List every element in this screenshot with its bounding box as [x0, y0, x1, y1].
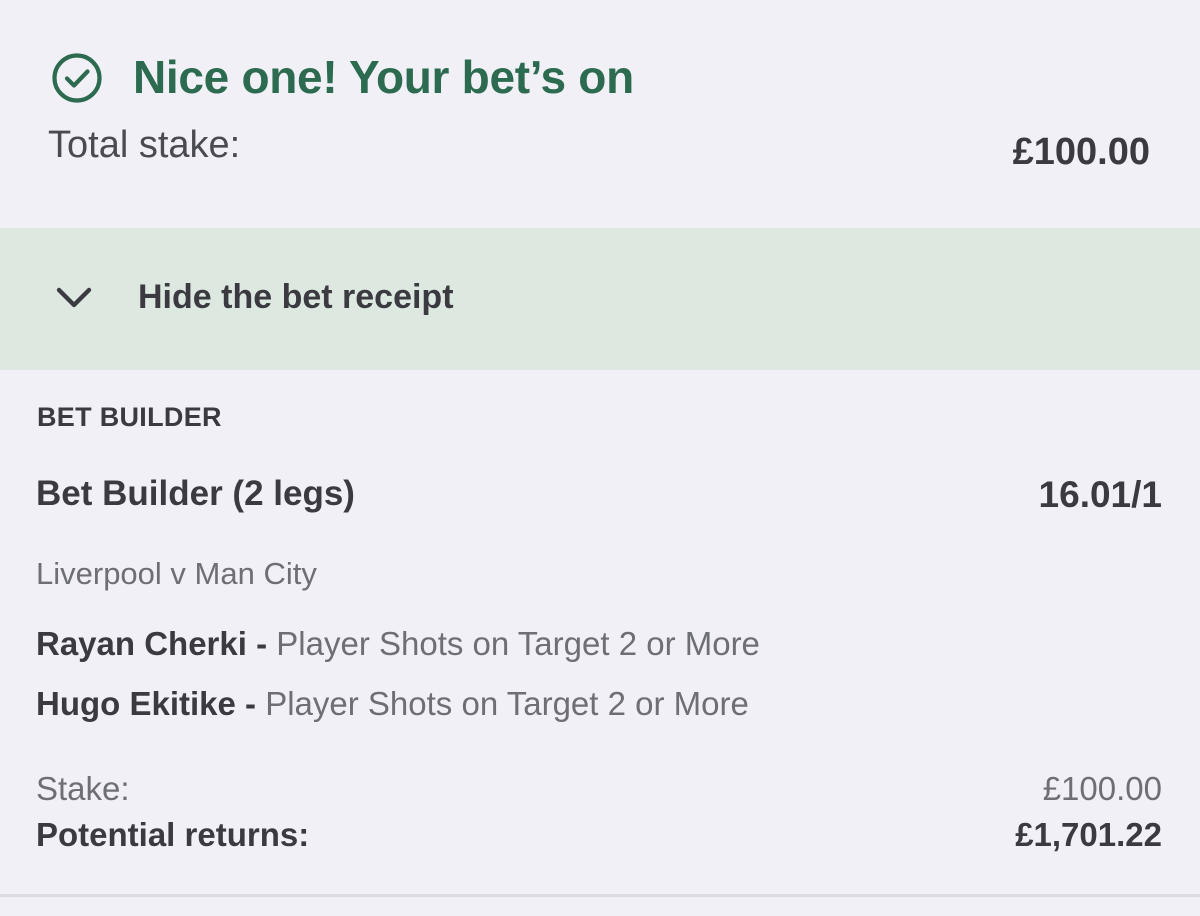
bet-type-heading: BET BUILDER: [37, 402, 222, 432]
selection-separator: -: [235, 685, 266, 722]
bet-confirmation-header: Nice one! Your bet’s on Total stake: £10…: [0, 0, 1200, 228]
selection-player: Rayan Cherki: [36, 625, 247, 662]
hide-bet-receipt-label: Hide the bet receipt: [138, 278, 454, 316]
selection-market: Player Shots on Target 2 or More: [276, 625, 760, 662]
selection-separator: -: [246, 625, 277, 662]
check-circle-icon: [51, 52, 103, 104]
selection-item: Hugo Ekitike - Player Shots on Target 2 …: [36, 685, 749, 723]
total-stake-value: £100.00: [1012, 131, 1150, 173]
stake-value: £100.00: [1042, 770, 1162, 807]
selection-item: Rayan Cherki - Player Shots on Target 2 …: [36, 625, 760, 663]
bet-odds: 16.01/1: [1038, 474, 1162, 515]
confirmation-title: Nice one! Your bet’s on: [133, 51, 634, 103]
selection-market: Player Shots on Target 2 or More: [265, 685, 749, 722]
bet-receipt: BET BUILDER Bet Builder (2 legs) 16.01/1…: [0, 370, 1200, 894]
event-name: Liverpool v Man City: [36, 556, 317, 591]
bottom-spacer: [0, 897, 1200, 916]
chevron-down-icon: [54, 284, 94, 312]
potential-returns-value: £1,701.22: [1015, 816, 1162, 853]
potential-returns-label: Potential returns:: [36, 816, 310, 853]
selection-player: Hugo Ekitike: [36, 685, 236, 722]
hide-bet-receipt-toggle[interactable]: Hide the bet receipt: [0, 228, 1200, 370]
stake-label: Stake:: [36, 770, 130, 807]
total-stake-label: Total stake:: [48, 124, 241, 166]
bet-name: Bet Builder (2 legs): [36, 474, 355, 513]
